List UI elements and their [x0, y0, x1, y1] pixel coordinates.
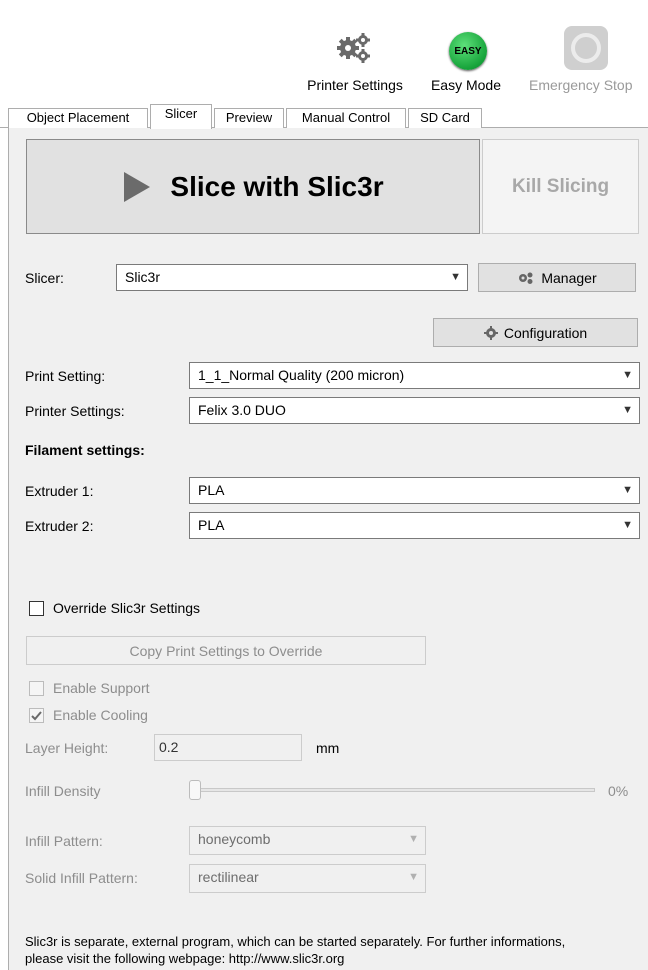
- enable-support-checkbox[interactable]: [29, 681, 44, 696]
- kill-slicing-button[interactable]: Kill Slicing: [482, 139, 639, 234]
- layer-height-input[interactable]: 0.2: [154, 734, 302, 761]
- solid-infill-pattern-select[interactable]: rectilinear ▼: [189, 864, 426, 893]
- override-label: Override Slic3r Settings: [53, 600, 201, 616]
- printer-settings-value: Felix 3.0 DUO: [198, 402, 286, 418]
- slider-track: [193, 788, 595, 792]
- slicer-panel: Slice with Slic3r Kill Slicing Slicer: S…: [8, 128, 648, 970]
- chevron-down-icon: ▼: [408, 871, 419, 883]
- enable-cooling-checkbox[interactable]: [29, 708, 44, 723]
- layer-height-value: 0.2: [159, 739, 179, 755]
- print-setting-select[interactable]: 1_1_Normal Quality (200 micron) ▼: [189, 362, 640, 389]
- easy-badge-text: EASY: [454, 45, 482, 57]
- gears-icon: [519, 272, 533, 284]
- extruder1-select[interactable]: PLA ▼: [189, 477, 640, 504]
- solid-infill-pattern-value: rectilinear: [198, 869, 259, 885]
- printer-settings-select[interactable]: Felix 3.0 DUO ▼: [189, 397, 640, 424]
- extruder1-label: Extruder 1:: [25, 483, 94, 499]
- slicer-select-value: Slic3r: [125, 269, 161, 285]
- manager-button-label: Manager: [541, 269, 597, 286]
- slicer-select[interactable]: Slic3r ▼: [116, 264, 468, 291]
- slider-thumb[interactable]: [189, 780, 201, 800]
- print-setting-label: Print Setting:: [25, 368, 106, 384]
- chevron-down-icon: ▼: [622, 519, 633, 531]
- infill-pattern-value: honeycomb: [198, 831, 271, 847]
- configuration-button[interactable]: Configuration: [433, 318, 638, 347]
- toolbar: Printer Settings EASY Easy Mode Emergenc…: [0, 0, 648, 100]
- gears-icon: [337, 33, 370, 63]
- slice-button[interactable]: Slice with Slic3r: [26, 139, 480, 234]
- extruder1-value: PLA: [198, 482, 225, 498]
- tab-manual-control[interactable]: Manual Control: [286, 108, 406, 128]
- tab-slicer[interactable]: Slicer: [150, 104, 212, 129]
- tab-preview[interactable]: Preview: [214, 108, 284, 128]
- extruder2-label: Extruder 2:: [25, 518, 94, 534]
- infill-density-value: 0%: [608, 783, 629, 799]
- emergency-stop-label: Emergency Stop: [529, 77, 633, 93]
- play-icon: [124, 171, 151, 202]
- layer-height-unit: mm: [316, 740, 340, 756]
- override-checkbox[interactable]: [29, 601, 44, 616]
- tab-sd-card[interactable]: SD Card: [408, 108, 482, 128]
- easy-mode-icon: EASY: [449, 32, 487, 70]
- slice-button-label: Slice with Slic3r: [170, 170, 384, 202]
- chevron-down-icon: ▼: [622, 369, 633, 381]
- printer-settings-button[interactable]: Printer Settings: [296, 14, 414, 94]
- manager-button[interactable]: Manager: [478, 263, 636, 292]
- chevron-down-icon: ▼: [622, 404, 633, 416]
- gear-icon: [483, 325, 498, 340]
- printer-settings-label: Printer Settings:: [25, 403, 125, 419]
- emergency-stop-button[interactable]: Emergency Stop: [521, 14, 648, 94]
- printer-settings-label: Printer Settings: [307, 77, 403, 93]
- easy-mode-label: Easy Mode: [430, 77, 502, 93]
- easy-mode-button[interactable]: EASY Easy Mode: [416, 14, 516, 94]
- enable-support-label: Enable Support: [53, 680, 150, 696]
- footer-info-text: Slic3r is separate, external program, wh…: [25, 934, 566, 966]
- infill-pattern-select[interactable]: honeycomb ▼: [189, 826, 426, 855]
- tab-object-placement[interactable]: Object Placement: [8, 108, 148, 128]
- infill-pattern-label: Infill Pattern:: [25, 833, 103, 849]
- infill-density-slider[interactable]: [189, 778, 595, 802]
- chevron-down-icon: ▼: [450, 271, 461, 283]
- emergency-stop-icon: [564, 26, 608, 70]
- configuration-button-label: Configuration: [503, 324, 588, 341]
- chevron-down-icon: ▼: [408, 833, 419, 845]
- extruder2-select[interactable]: PLA ▼: [189, 512, 640, 539]
- kill-slicing-label: Kill Slicing: [511, 175, 610, 197]
- copy-print-settings-label: Copy Print Settings to Override: [129, 642, 323, 659]
- solid-infill-pattern-label: Solid Infill Pattern:: [25, 870, 138, 886]
- chevron-down-icon: ▼: [622, 484, 633, 496]
- checkmark-icon: [31, 711, 42, 721]
- layer-height-label: Layer Height:: [25, 740, 109, 756]
- infill-density-label: Infill Density: [25, 783, 101, 799]
- copy-print-settings-button[interactable]: Copy Print Settings to Override: [26, 636, 426, 665]
- tab-bar: Object Placement Slicer Preview Manual C…: [0, 100, 648, 129]
- print-setting-value: 1_1_Normal Quality (200 micron): [198, 367, 405, 383]
- extruder2-value: PLA: [198, 517, 225, 533]
- slicer-label: Slicer:: [25, 270, 64, 286]
- filament-settings-header: Filament settings:: [25, 442, 145, 458]
- enable-cooling-label: Enable Cooling: [53, 707, 148, 723]
